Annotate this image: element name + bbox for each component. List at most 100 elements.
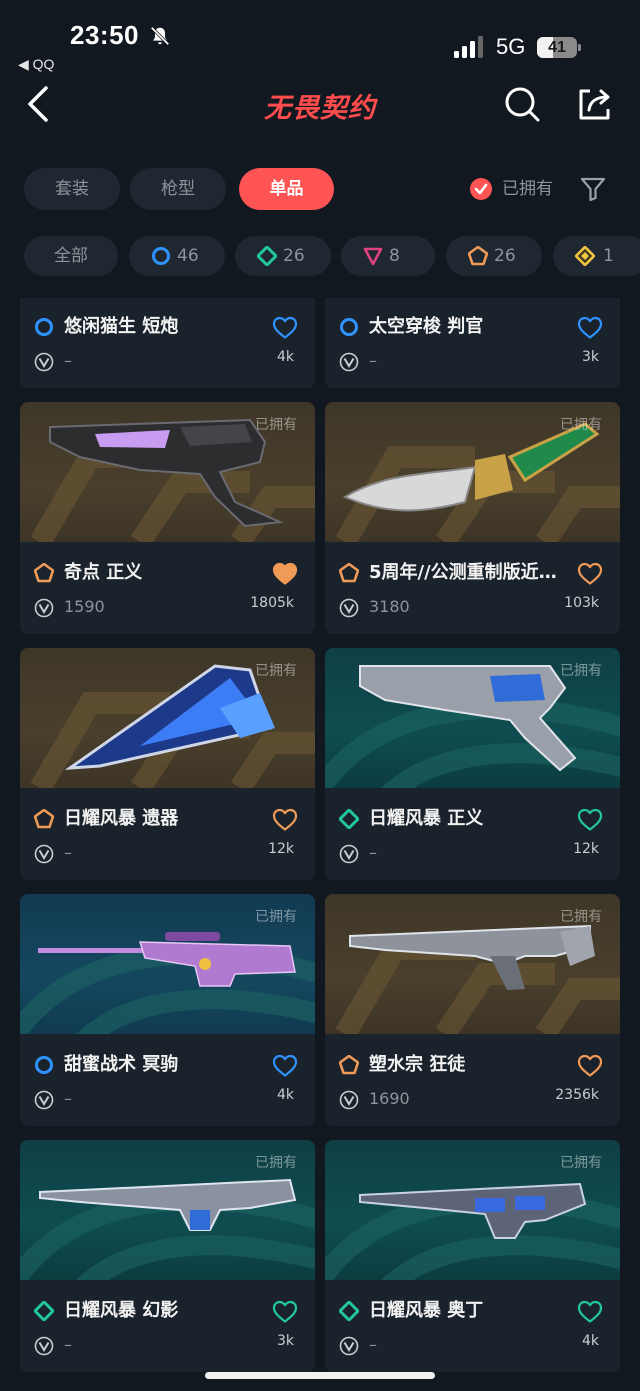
item-title-row: 塑水宗 狂徒: [339, 1052, 609, 1078]
item-price-row: – 4k: [34, 1087, 304, 1110]
item-price-row: – 3k: [339, 349, 609, 372]
premium-tier-icon: [363, 247, 383, 266]
exclusive-tier-icon: [339, 563, 359, 583]
item-image: 已拥有: [325, 402, 620, 542]
item-price-row: – 4k: [34, 349, 304, 372]
heart-outline-icon[interactable]: [577, 562, 603, 586]
item-card[interactable]: 太空穿梭 判官 – 3k: [325, 298, 620, 388]
item-price: –: [64, 843, 72, 862]
item-card[interactable]: 已拥有 5周年//公测重制版近战武器 3180 103k: [325, 402, 620, 634]
tab-single-items[interactable]: 单品: [239, 168, 334, 210]
battery-level: 41: [548, 39, 566, 56]
select-tier-icon: [152, 247, 170, 265]
item-title-row: 日耀风暴 幻影: [34, 1298, 304, 1324]
item-image: 已拥有: [20, 648, 315, 788]
item-card[interactable]: 已拥有 奇点 正义 1590 1805k: [20, 402, 315, 634]
filter-icon[interactable]: [580, 176, 606, 202]
tab-bundles[interactable]: 套装: [24, 168, 120, 210]
exclusive-tier-icon: [339, 1055, 359, 1075]
chip-deluxe-tier[interactable]: 26: [235, 236, 331, 276]
item-price: 1590: [64, 597, 105, 616]
chip-exclusive-tier[interactable]: 26: [446, 236, 542, 276]
item-price: –: [369, 351, 377, 370]
chip-select-tier[interactable]: 46: [129, 236, 225, 276]
back-to-app-link[interactable]: ◀ QQ: [18, 56, 54, 73]
item-price: –: [64, 1335, 72, 1354]
battery-icon: 41: [537, 37, 581, 58]
item-title-row: 日耀风暴 正义: [339, 806, 609, 832]
item-card[interactable]: 已拥有日耀风暴 幻影 – 3k: [20, 1140, 315, 1372]
item-image: 已拥有: [325, 894, 620, 1034]
item-image: 已拥有: [325, 648, 620, 788]
item-price: 3180: [369, 597, 410, 616]
item-title: 塑水宗 狂徒: [369, 1054, 466, 1075]
deluxe-tier-icon: [339, 1301, 359, 1321]
select-tier-icon: [35, 1056, 53, 1074]
valorant-points-icon: [339, 598, 359, 618]
share-icon[interactable]: [574, 84, 614, 124]
search-icon[interactable]: [502, 84, 542, 124]
item-likes: 4k: [276, 1087, 294, 1103]
heart-outline-icon[interactable]: [577, 316, 603, 340]
item-card[interactable]: 已拥有塑水宗 狂徒 1690 2356k: [325, 894, 620, 1126]
back-arrow-icon[interactable]: [22, 84, 58, 124]
status-bar: 23:50 ◀ QQ 5G 41: [0, 0, 640, 76]
item-title: 悠闲猫生 短炮: [64, 316, 179, 337]
heart-outline-icon[interactable]: [577, 808, 603, 832]
ultra-tier-icon: [575, 246, 595, 266]
item-image: 已拥有: [325, 1140, 620, 1280]
item-title-row: 悠闲猫生 短炮: [34, 314, 304, 340]
chip-ultra-tier[interactable]: 1: [553, 236, 640, 276]
item-card[interactable]: 已拥有 日耀风暴 奥丁 – 4k: [325, 1140, 620, 1372]
item-price-row: 1590 1805k: [34, 595, 304, 618]
item-price: 1690: [369, 1089, 410, 1108]
chip-all[interactable]: 全部: [24, 236, 118, 276]
item-card[interactable]: 悠闲猫生 短炮 – 4k: [20, 298, 315, 388]
heart-outline-icon[interactable]: [577, 1300, 603, 1324]
heart-outline-icon[interactable]: [272, 1300, 298, 1324]
item-price: –: [64, 351, 72, 370]
chip-premium-tier[interactable]: 8: [341, 236, 435, 276]
item-title: 日耀风暴 遗器: [64, 808, 179, 829]
item-card[interactable]: 已拥有 日耀风暴 遗器 – 12k: [20, 648, 315, 880]
heart-outline-icon[interactable]: [272, 1054, 298, 1078]
owned-tag: 已拥有: [255, 1155, 297, 1171]
valorant-points-icon: [34, 1336, 54, 1356]
item-likes: 12k: [573, 841, 599, 857]
item-likes: 103k: [564, 595, 599, 611]
item-price-row: – 4k: [339, 1333, 609, 1356]
valorant-points-icon: [339, 352, 359, 372]
item-card[interactable]: 已拥有甜蜜战术 冥驹 – 4k: [20, 894, 315, 1126]
app-logo: 无畏契约: [264, 93, 376, 124]
deluxe-tier-icon: [339, 809, 359, 829]
exclusive-tier-icon: [34, 809, 54, 829]
home-indicator[interactable]: [205, 1372, 435, 1379]
item-price-row: 1690 2356k: [339, 1087, 609, 1110]
valorant-points-icon: [339, 1090, 359, 1110]
item-price-row: 3180 103k: [339, 595, 609, 618]
item-likes: 3k: [276, 1333, 294, 1349]
select-tier-icon: [35, 318, 53, 336]
item-price-row: – 12k: [339, 841, 609, 864]
bell-muted-icon: [150, 26, 170, 46]
heart-outline-icon[interactable]: [272, 808, 298, 832]
heart-outline-icon[interactable]: [577, 1054, 603, 1078]
item-grid: 悠闲猫生 短炮 –4k 太空穿梭 判官 –3k 已拥有 奇点 正义 1590 1805k 已拥有…: [0, 298, 640, 1391]
item-title: 甜蜜战术 冥驹: [64, 1054, 179, 1075]
select-tier-icon: [340, 318, 358, 336]
item-price: –: [64, 1089, 72, 1108]
item-card[interactable]: 已拥有日耀风暴 正义 – 12k: [325, 648, 620, 880]
item-likes: 3k: [581, 349, 599, 365]
item-title-row: 奇点 正义: [34, 560, 304, 586]
heart-filled-icon[interactable]: [272, 562, 298, 586]
owned-tag: 已拥有: [255, 909, 297, 925]
tab-weapon-types[interactable]: 枪型: [130, 168, 226, 210]
item-title: 日耀风暴 正义: [369, 808, 484, 829]
valorant-points-icon: [34, 844, 54, 864]
item-title-row: 日耀风暴 遗器: [34, 806, 304, 832]
valorant-points-icon: [34, 598, 54, 618]
item-likes: 4k: [581, 1333, 599, 1349]
heart-outline-icon[interactable]: [272, 316, 298, 340]
item-price-row: – 3k: [34, 1333, 304, 1356]
item-likes: 1805k: [250, 595, 294, 611]
